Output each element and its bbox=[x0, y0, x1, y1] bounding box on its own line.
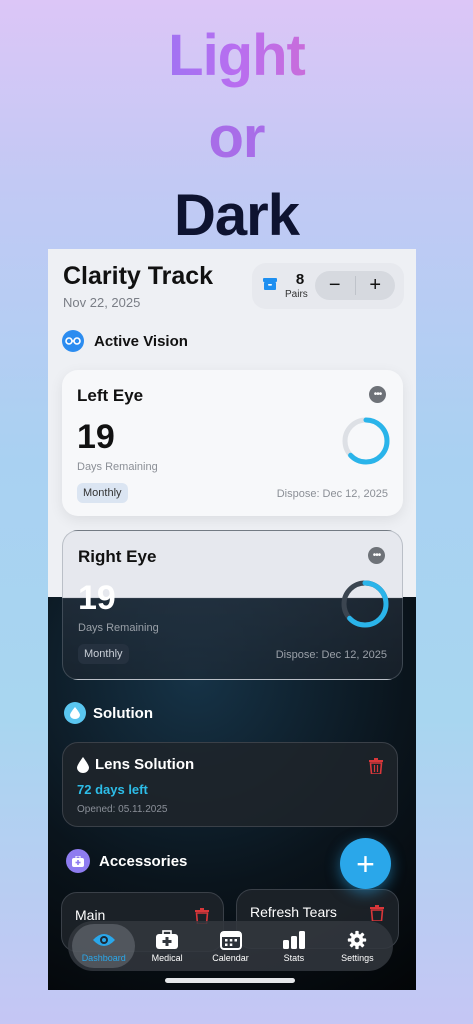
tab-calendar[interactable]: Calendar bbox=[199, 924, 262, 968]
trash-icon[interactable] bbox=[370, 905, 384, 921]
tab-medical[interactable]: Medical bbox=[135, 924, 198, 968]
solution-name: Lens Solution bbox=[95, 756, 195, 773]
section-active-vision: Active Vision bbox=[62, 330, 188, 352]
gear-icon bbox=[348, 930, 367, 949]
lens-type-badge: Monthly bbox=[77, 483, 128, 503]
tab-label: Dashboard bbox=[81, 952, 126, 963]
section-label: Accessories bbox=[99, 852, 188, 870]
lens-type-badge: Monthly bbox=[78, 644, 129, 664]
section-accessories: Accessories bbox=[66, 849, 187, 873]
stock-count: 8 bbox=[295, 271, 305, 288]
solution-opened-date: Opened: 05.11.2025 bbox=[77, 804, 168, 815]
hero-title-dark: Dark bbox=[174, 183, 300, 248]
progress-ring bbox=[341, 580, 389, 628]
eye-name: Right Eye bbox=[78, 547, 157, 566]
stock-unit: Pairs bbox=[285, 289, 308, 300]
hero-title-light: Light bbox=[0, 22, 473, 89]
medical-kit-icon bbox=[156, 929, 179, 949]
dispose-date: Dispose: Dec 12, 2025 bbox=[275, 649, 387, 661]
calendar-icon bbox=[219, 930, 242, 950]
stock-stepper: − + bbox=[315, 271, 395, 300]
eye-icon bbox=[92, 933, 115, 946]
bar-chart-icon bbox=[282, 930, 305, 949]
phone-screen: Clarity Track Nov 22, 2025 8 Pairs − + A… bbox=[48, 249, 416, 990]
more-options-icon[interactable]: ••• bbox=[368, 547, 385, 564]
tab-settings[interactable]: Settings bbox=[326, 924, 389, 968]
section-label: Active Vision bbox=[94, 332, 188, 350]
section-label: Solution bbox=[93, 704, 153, 722]
days-remaining-label: Days Remaining bbox=[78, 622, 159, 634]
trash-icon[interactable] bbox=[369, 758, 383, 774]
days-remaining-label: Days Remaining bbox=[77, 461, 158, 473]
lens-stock-widget: 8 Pairs − + bbox=[252, 263, 404, 309]
tab-dashboard[interactable]: Dashboard bbox=[72, 924, 136, 968]
days-remaining-value: 19 bbox=[78, 579, 116, 617]
app-title: Clarity Track bbox=[63, 262, 214, 290]
glasses-icon bbox=[62, 330, 84, 352]
eye-name: Left Eye bbox=[77, 386, 144, 405]
increment-button[interactable]: + bbox=[356, 271, 396, 300]
section-solution: Solution bbox=[64, 702, 153, 724]
tab-label: Calendar bbox=[212, 952, 249, 963]
decrement-button[interactable]: − bbox=[315, 271, 355, 300]
home-indicator bbox=[165, 978, 295, 983]
droplet-icon bbox=[64, 702, 86, 724]
add-button[interactable]: + bbox=[340, 838, 391, 889]
lens-solution-card[interactable]: Lens Solution 72 days left Opened: 05.11… bbox=[62, 742, 398, 827]
tab-stats[interactable]: Stats bbox=[262, 924, 325, 968]
dispose-date: Dispose: Dec 12, 2025 bbox=[276, 488, 388, 500]
tab-label: Stats bbox=[283, 952, 305, 963]
more-options-icon[interactable]: ••• bbox=[369, 386, 386, 403]
tab-bar: Dashboard Medical Calendar Stats Setting… bbox=[68, 921, 393, 971]
progress-ring bbox=[342, 417, 390, 465]
right-eye-card[interactable]: Right Eye ••• 19 Days Remaining Monthly … bbox=[62, 530, 403, 680]
first-aid-kit-icon bbox=[66, 849, 90, 873]
solution-days-left: 72 days left bbox=[77, 782, 148, 797]
archive-box-icon bbox=[263, 278, 277, 290]
hero-title-or: or bbox=[208, 105, 266, 170]
days-remaining-value: 19 bbox=[77, 418, 115, 456]
current-date: Nov 22, 2025 bbox=[63, 295, 141, 310]
accessory-name: Refresh Tears bbox=[250, 904, 337, 920]
tab-label: Medical bbox=[151, 952, 183, 963]
droplet-icon bbox=[77, 757, 89, 773]
left-eye-card[interactable]: Left Eye ••• 19 Days Remaining Monthly D… bbox=[62, 370, 403, 516]
tab-label: Settings bbox=[341, 952, 374, 963]
